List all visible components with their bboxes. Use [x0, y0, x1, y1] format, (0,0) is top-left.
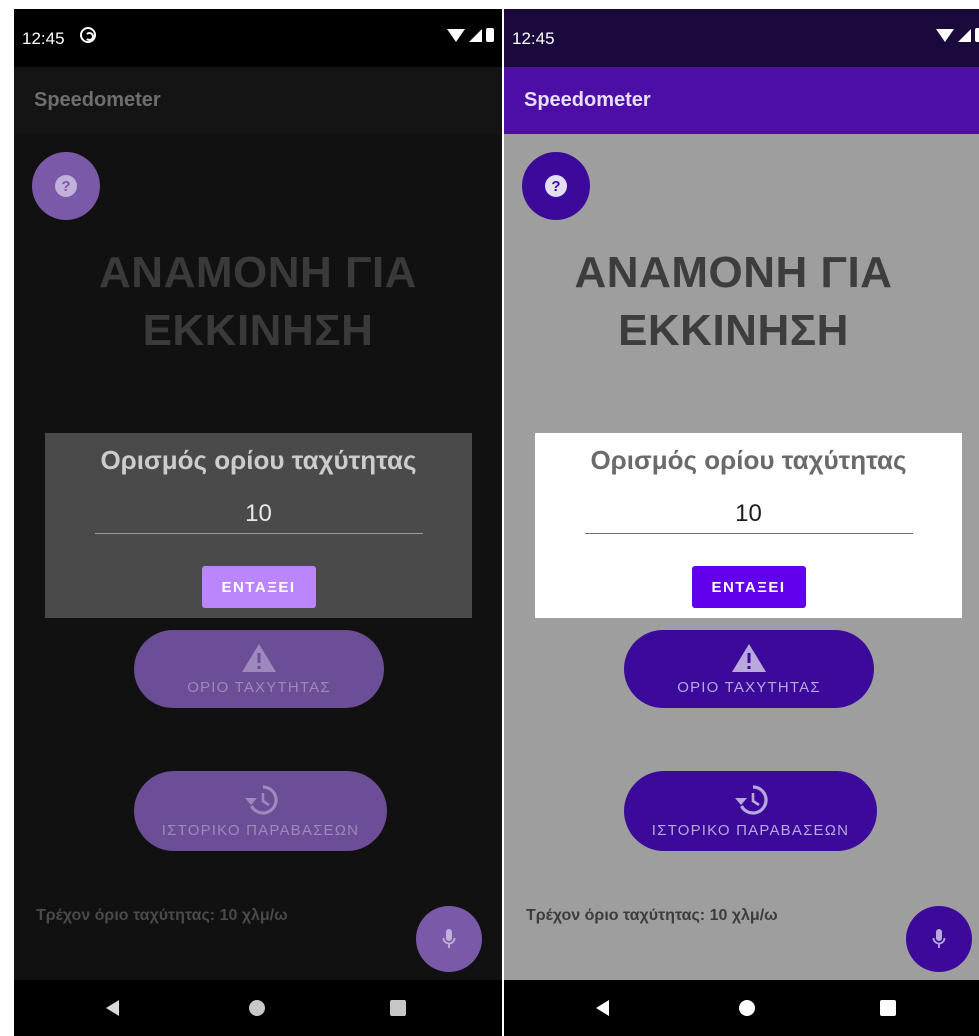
speed-limit-button[interactable]: ΟΡΙΟ ΤΑΧΥΤΗΤΑΣ — [134, 630, 384, 708]
speed-limit-dialog: Ορισμός ορίου ταχύτητας ΕΝΤΑΞΕΙ — [45, 433, 472, 618]
app-bar: Speedometer — [14, 67, 502, 134]
speed-limit-button-label: ΟΡΙΟ ΤΑΧΥΤΗΤΑΣ — [187, 678, 331, 696]
history-icon — [244, 784, 278, 815]
back-icon[interactable] — [596, 1000, 609, 1016]
recent-apps-icon[interactable] — [880, 1000, 896, 1016]
status-bar: 12:45 — [504, 9, 979, 67]
back-icon[interactable] — [106, 1000, 119, 1016]
wifi-icon — [936, 28, 954, 42]
history-icon — [734, 784, 768, 815]
home-icon[interactable] — [739, 1000, 755, 1016]
app-title: Speedometer — [524, 89, 651, 111]
history-button[interactable]: ΙΣΤΟΡΙΚΟ ΠΑΡΑΒΑΣΕΩΝ — [624, 771, 877, 851]
phone-screen-dark: 12:45 Speedometer ? ΑΝΑΜΟΝΗ ΓΙΑ ΕΚΚΙΝΗΣΗ… — [14, 9, 502, 1036]
status-time: 12:45 — [512, 29, 555, 48]
cell-signal-icon — [958, 28, 971, 42]
status-icons — [936, 28, 979, 42]
status-heading-line2: ΕΚΚΙΝΗΣΗ — [618, 306, 849, 355]
app-title: Speedometer — [34, 89, 161, 111]
history-button-label: ΙΣΤΟΡΙΚΟ ΠΑΡΑΒΑΣΕΩΝ — [651, 821, 850, 839]
speed-limit-button[interactable]: ΟΡΙΟ ΤΑΧΥΤΗΤΑΣ — [624, 630, 874, 708]
recent-apps-icon[interactable] — [390, 1000, 406, 1016]
status-time: 12:45 — [22, 29, 65, 48]
navigation-bar — [14, 980, 502, 1036]
voice-input-button[interactable] — [416, 906, 482, 972]
status-heading: ΑΝΑΜΟΝΗ ΓΙΑ ΕΚΚΙΝΗΣΗ — [504, 244, 971, 360]
voice-input-button[interactable] — [906, 906, 972, 972]
status-icons — [447, 28, 494, 42]
status-heading-line1: ΑΝΑΜΟΝΗ ΓΙΑ — [99, 248, 417, 297]
ok-button[interactable]: ΕΝΤΑΞΕΙ — [201, 566, 316, 608]
navigation-bar — [504, 980, 979, 1036]
dialog-title: Ορισμός ορίου ταχύτητας — [590, 445, 907, 475]
at-sign-icon — [80, 27, 96, 43]
speed-limit-input[interactable] — [584, 494, 913, 534]
home-icon[interactable] — [249, 1000, 265, 1016]
cell-signal-icon — [469, 28, 482, 42]
current-limit-text: Τρέχον όριο ταχύτητας: 10 χλμ/ω — [526, 907, 778, 924]
battery-icon — [486, 28, 494, 42]
help-icon: ? — [545, 175, 567, 197]
ok-button[interactable]: ΕΝΤΑΞΕΙ — [691, 566, 806, 608]
help-icon: ? — [55, 175, 77, 197]
history-button[interactable]: ΙΣΤΟΡΙΚΟ ΠΑΡΑΒΑΣΕΩΝ — [134, 771, 387, 851]
warning-icon — [242, 643, 276, 672]
warning-icon — [732, 643, 766, 672]
dialog-title: Ορισμός ορίου ταχύτητας — [100, 445, 417, 475]
app-bar: Speedometer — [504, 67, 979, 134]
status-bar: 12:45 — [14, 9, 502, 67]
history-button-label: ΙΣΤΟΡΙΚΟ ΠΑΡΑΒΑΣΕΩΝ — [161, 821, 360, 839]
microphone-icon — [932, 929, 946, 948]
status-heading-line1: ΑΝΑΜΟΝΗ ΓΙΑ — [574, 248, 893, 297]
help-button[interactable]: ? — [522, 152, 590, 220]
phone-screen-light: 12:45 Speedometer ? ΑΝΑΜΟΝΗ ΓΙΑ ΕΚΚΙΝΗΣΗ… — [504, 9, 979, 1036]
help-button[interactable]: ? — [32, 152, 100, 220]
speed-limit-button-label: ΟΡΙΟ ΤΑΧΥΤΗΤΑΣ — [677, 678, 821, 696]
status-heading: ΑΝΑΜΟΝΗ ΓΙΑ ΕΚΚΙΝΗΣΗ — [14, 244, 502, 360]
current-limit-text: Τρέχον όριο ταχύτητας: 10 χλμ/ω — [36, 907, 288, 924]
microphone-icon — [442, 929, 456, 948]
wifi-icon — [447, 28, 465, 42]
speed-limit-input[interactable] — [94, 494, 423, 534]
battery-icon — [975, 28, 979, 42]
status-heading-line2: ΕΚΚΙΝΗΣΗ — [142, 306, 374, 355]
speed-limit-dialog: Ορισμός ορίου ταχύτητας ΕΝΤΑΞΕΙ — [535, 433, 962, 618]
